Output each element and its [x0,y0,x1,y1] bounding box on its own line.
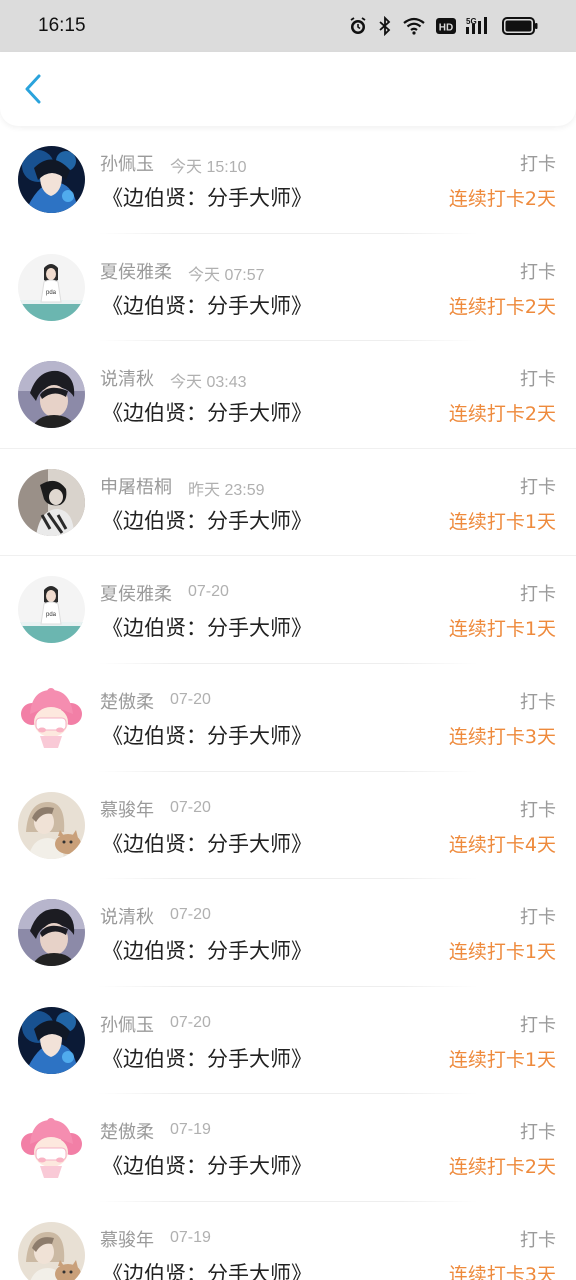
streak-label: 连续打卡3天 [448,725,556,748]
checkin-tag: 打卡 [520,154,556,175]
svg-text:pda: pda [46,290,57,296]
streak-label: 连续打卡2天 [448,295,556,318]
book-title[interactable]: 《边伯贤：分手大师》 [102,290,312,320]
checkin-row[interactable]: 楚傲柔 07-19 《边伯贤：分手大师》 打卡连续打卡2天 [0,1094,576,1202]
avatar[interactable] [18,899,85,967]
avatar[interactable] [18,468,85,536]
checkin-tag: 打卡 [520,1014,556,1036]
back-button[interactable] [18,74,48,104]
avatar[interactable]: pda [18,253,85,321]
checkin-tag: 打卡 [520,1229,556,1251]
book-title[interactable]: 《边伯贤：分手大师》 [102,935,312,965]
checkin-time: 07-19 [170,1228,211,1246]
checkin-row[interactable]: 慕骏年 07-19 《边伯贤：分手大师》 打卡连续打卡3天 [0,1202,576,1280]
checkin-row[interactable]: 说清秋 今天 03:43 《边伯贤：分手大师》 打卡连续打卡2天 [0,341,576,449]
user-name: 楚傲柔 [100,1122,154,1144]
checkin-time: 07-20 [170,690,211,708]
checkin-tag: 打卡 [520,799,556,821]
wifi-icon [402,16,426,36]
checkin-row[interactable]: 楚傲柔 07-20 《边伯贤：分手大师》 打卡连续打卡3天 [0,664,576,772]
checkin-time: 今天 15:10 [170,159,247,176]
book-title[interactable]: 《边伯贤：分手大师》 [102,828,312,858]
streak-label: 连续打卡2天 [448,1156,556,1179]
nav-bar [0,52,576,126]
checkin-time: 昨天 23:59 [188,481,265,499]
avatar[interactable] [18,683,85,751]
book-title[interactable]: 《边伯贤：分手大师》 [102,182,312,212]
checkin-time: 今天 03:43 [170,374,247,392]
avatar[interactable] [18,791,85,859]
book-title[interactable]: 《边伯贤：分手大师》 [102,1258,312,1280]
avatar[interactable] [18,1006,85,1074]
user-name: 慕骏年 [100,799,154,821]
checkin-list: 孙佩玉 今天 15:10 《边伯贤：分手大师》 打卡 连续打卡2天 pda 夏侯雅柔 今天… [0,126,576,1280]
checkin-tag: 打卡 [520,691,556,713]
avatar[interactable]: pda [18,576,85,644]
user-name: 夏侯雅柔 [100,261,172,283]
user-name: 楚傲柔 [100,691,154,713]
checkin-row[interactable]: 孙佩玉 今天 15:10 《边伯贤：分手大师》 打卡连续打卡2天 [0,126,576,234]
status-time: 16:15 [38,15,86,36]
chevron-left-icon [25,74,41,104]
user-name: 夏侯雅柔 [100,584,172,606]
checkin-time: 07-20 [170,906,211,924]
checkin-tag: 打卡 [520,261,556,283]
streak-label: 连续打卡2天 [448,403,556,426]
checkin-time: 今天 07:57 [188,266,265,284]
checkin-row[interactable]: 说清秋 07-20 《边伯贤：分手大师》 打卡连续打卡1天 [0,879,576,987]
user-name: 说清秋 [100,369,154,391]
svg-text:HD: HD [439,23,453,34]
checkin-row[interactable]: pda 夏侯雅柔 07-20 《边伯贤：分手大师》 打卡连续打卡1天 [0,556,576,664]
checkin-row[interactable]: pda 夏侯雅柔 今天 07:57 《边伯贤：分手大师》 打卡连续打卡2天 [0,234,576,342]
checkin-tag: 打卡 [520,1122,556,1144]
streak-label: 连续打卡1天 [448,941,556,964]
checkin-tag: 打卡 [520,369,556,391]
status-bar: 16:15 HD 5G [0,0,576,52]
streak-label: 连续打卡1天 [448,510,556,533]
book-title[interactable]: 《边伯贤：分手大师》 [102,397,312,427]
book-title[interactable]: 《边伯贤：分手大师》 [102,1043,312,1073]
battery-icon [502,17,538,35]
avatar[interactable] [18,361,85,429]
checkin-time: 07-20 [170,798,211,816]
checkin-time: 07-19 [170,1121,211,1139]
streak-label: 连续打卡3天 [448,1263,556,1280]
checkin-time: 07-20 [188,583,229,601]
alarm-icon [348,16,368,36]
streak-label: 连续打卡4天 [448,833,556,856]
book-title[interactable]: 《边伯贤：分手大师》 [102,1150,312,1180]
user-name: 申屠梧桐 [100,476,172,498]
book-title[interactable]: 《边伯贤：分手大师》 [102,612,312,642]
checkin-tag: 打卡 [520,476,556,498]
checkin-tag: 打卡 [520,584,556,606]
svg-text:5G: 5G [466,17,477,26]
status-icons: HD 5G [348,16,538,36]
checkin-row[interactable]: 孙佩玉 07-20 《边伯贤：分手大师》 打卡连续打卡1天 [0,987,576,1095]
user-name: 孙佩玉 [100,154,154,175]
checkin-row[interactable]: 申屠梧桐 昨天 23:59 《边伯贤：分手大师》 打卡连续打卡1天 [0,449,576,557]
checkin-row[interactable]: 慕骏年 07-20 《边伯贤：分手大师》 打卡连续打卡4天 [0,772,576,880]
bluetooth-icon [378,16,392,36]
checkin-time: 07-20 [170,1013,211,1031]
streak-label: 连续打卡1天 [448,618,556,641]
avatar[interactable] [18,1221,85,1280]
book-title[interactable]: 《边伯贤：分手大师》 [102,505,312,535]
5g-signal-icon: 5G [466,16,492,36]
avatar[interactable] [18,1114,85,1182]
streak-label: 连续打卡1天 [448,1048,556,1071]
user-name: 孙佩玉 [100,1014,154,1036]
user-name: 慕骏年 [100,1229,154,1251]
svg-text:pda: pda [46,612,57,618]
streak-label: 连续打卡2天 [448,188,556,210]
avatar[interactable] [18,146,85,213]
checkin-tag: 打卡 [520,907,556,929]
user-name: 说清秋 [100,907,154,929]
hd-icon: HD [436,17,456,35]
book-title[interactable]: 《边伯贤：分手大师》 [102,720,312,750]
